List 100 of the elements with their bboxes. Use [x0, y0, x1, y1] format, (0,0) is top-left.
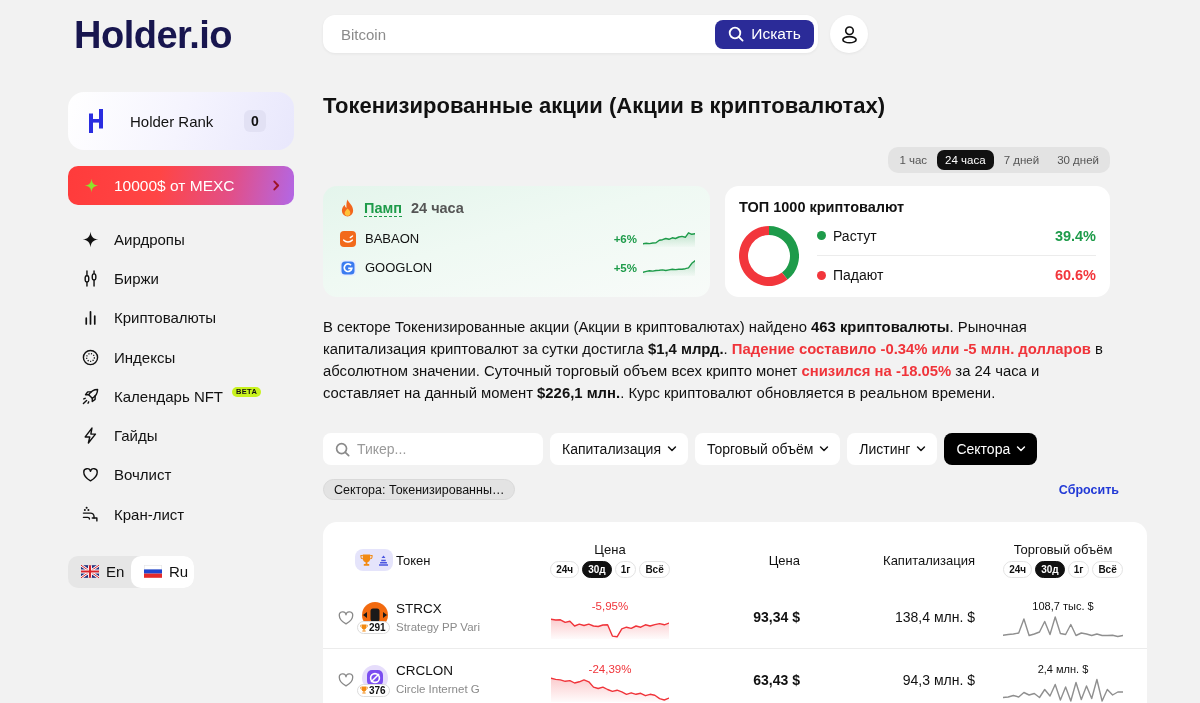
period-tab[interactable]: 1 час: [891, 150, 936, 170]
candlestick-icon: [82, 269, 99, 287]
rocket-icon: [82, 387, 99, 405]
profile-button[interactable]: [830, 15, 868, 53]
page-title: Токенизированные акции (Акции в криптовалютах): [323, 94, 885, 118]
nav-item[interactable]: Криптовалюты: [68, 298, 294, 338]
trophy-icon: [360, 623, 368, 632]
period-tab[interactable]: Всё: [639, 561, 670, 578]
period-tab[interactable]: 24ч: [1003, 561, 1033, 578]
chevron-down-icon: [1016, 446, 1027, 452]
faucet-icon: [82, 505, 99, 523]
filter-chip[interactable]: Сектора: Токенизированны…: [323, 479, 516, 500]
search-button[interactable]: Искать: [715, 19, 814, 49]
filter-dropdown[interactable]: Листинг: [847, 433, 938, 465]
market-cap-value: 94,3 млн. $: [902, 671, 975, 688]
filter-dropdown[interactable]: Торговый объём: [695, 433, 841, 465]
sparkle-icon: [84, 178, 99, 193]
token-logo-icon: [340, 230, 356, 247]
nav-item[interactable]: Вочлист: [68, 455, 294, 495]
token-symbol: CRCLON: [396, 663, 454, 679]
card-title: ТОП 1000 криптовалют: [739, 199, 906, 216]
filter-dropdown[interactable]: Капитализация: [550, 433, 688, 465]
volume-value: 2,4 млн. $: [1037, 663, 1089, 676]
chevron-right-icon: [273, 180, 280, 191]
chevron-down-icon: [819, 446, 830, 452]
column-header: Токен: [396, 552, 431, 568]
volume-value: 108,7 тыс. $: [1032, 600, 1094, 613]
nav-item[interactable]: Аирдропы: [68, 219, 294, 259]
russia-flag-icon: [144, 565, 162, 579]
reset-link[interactable]: Сбросить: [1058, 482, 1119, 497]
holder-rank-card[interactable]: Holder Rank 0: [68, 92, 294, 150]
flame-icon: [340, 198, 355, 218]
sector-summary: В секторе Токенизированные акции (Акции в криптовалютах) найдено 463 криптовалюты. Рыночная капитализация криптовалют за сутки достигла $1,4 млрд.. Падение составило -0.34% или -5 млн. долларов в абсолютном значении. Суточный торговый объем всех крипто монет снизился на -18.05% за 24 часа и составляет на данный момент $226,1 млн.. Курс криптовалют обновляется в реальном времени.: [323, 318, 1104, 403]
search-bar[interactable]: Bitcoin Искать: [323, 15, 818, 53]
change-value: +6%: [613, 232, 637, 245]
period-tab[interactable]: Всё: [1092, 561, 1123, 578]
search-field[interactable]: Bitcoin: [323, 15, 715, 53]
sparkle-icon: [82, 230, 99, 248]
legend-value: 60.6%: [1054, 267, 1096, 283]
period-tab[interactable]: 30д: [582, 561, 612, 578]
logo[interactable]: Holder.io: [74, 15, 233, 55]
rank-number: 376: [369, 684, 386, 696]
column-header: Торговый объём: [1013, 542, 1113, 557]
heart-icon: [338, 672, 354, 687]
token-logo-icon: [340, 259, 356, 276]
h-mark-icon: [89, 109, 103, 133]
language-button[interactable]: En: [68, 555, 131, 588]
search-icon: [335, 441, 350, 457]
token-symbol: STRCX: [396, 600, 443, 617]
column-header: Цена: [594, 542, 626, 557]
price-value: 93,34 $: [753, 609, 800, 625]
uk-flag-icon: [81, 565, 99, 579]
token-name: GOOGLON: [365, 260, 433, 275]
period-tab[interactable]: 30д: [1035, 561, 1065, 578]
period-tab[interactable]: 24 часа: [937, 150, 994, 170]
ticker-input[interactable]: Тикер...: [357, 433, 543, 465]
period-label: 24 часа: [411, 200, 464, 216]
favorite-button[interactable]: [337, 670, 355, 689]
rank-value: 0: [244, 110, 266, 132]
token-name: Strategy PP Vari: [396, 619, 480, 634]
token-name: BABAON: [365, 231, 420, 246]
period-tab[interactable]: 1г: [614, 561, 637, 578]
sparkline-chart: [643, 230, 695, 247]
favorite-button[interactable]: [337, 608, 355, 626]
nav-item[interactable]: Гайды: [68, 416, 294, 456]
price-change: -24,39%: [588, 663, 632, 676]
market-cap-value: 138,4 млн. $: [895, 609, 975, 625]
nav-item[interactable]: Индексы: [68, 337, 294, 377]
period-tab[interactable]: 24ч: [550, 561, 580, 578]
price-change: -5,95%: [591, 600, 629, 613]
change-value: +5%: [613, 261, 637, 274]
legend-label: Падают: [833, 267, 884, 283]
column-header: Капитализация: [883, 552, 975, 568]
user-icon: [840, 24, 858, 44]
ticker-search-field[interactable]: Тикер...: [323, 433, 543, 465]
period-tab[interactable]: 30 дней: [1049, 150, 1107, 170]
column-header: Цена: [768, 552, 800, 568]
dotted-circle-icon: [82, 348, 99, 366]
language-button[interactable]: Ru: [131, 555, 194, 588]
sort-button[interactable]: [355, 549, 393, 571]
nav-item[interactable]: Кран-лист: [68, 494, 294, 534]
price-value: 63,43 $: [753, 671, 800, 688]
legend-value: 39.4%: [1054, 227, 1096, 244]
filter-dropdown[interactable]: Сектора: [944, 433, 1038, 465]
heart-icon: [338, 609, 354, 625]
token-name: Circle Internet G: [396, 682, 480, 696]
chevron-down-icon: [667, 446, 677, 452]
chevron-down-icon: [916, 446, 927, 452]
sparkline-chart: [643, 259, 695, 276]
nav-item[interactable]: Биржи: [68, 258, 294, 299]
period-tab[interactable]: 7 дней: [995, 150, 1048, 170]
rank-number: 291: [369, 622, 386, 633]
sort-icon: [379, 554, 388, 566]
lightning-icon: [82, 427, 99, 445]
trophy-icon: [360, 686, 368, 694]
legend-label: Растут: [833, 227, 877, 244]
search-icon: [728, 26, 745, 42]
heart-icon: [82, 466, 99, 484]
period-tab[interactable]: 1г: [1067, 561, 1090, 578]
bar-chart-icon: [82, 309, 99, 327]
